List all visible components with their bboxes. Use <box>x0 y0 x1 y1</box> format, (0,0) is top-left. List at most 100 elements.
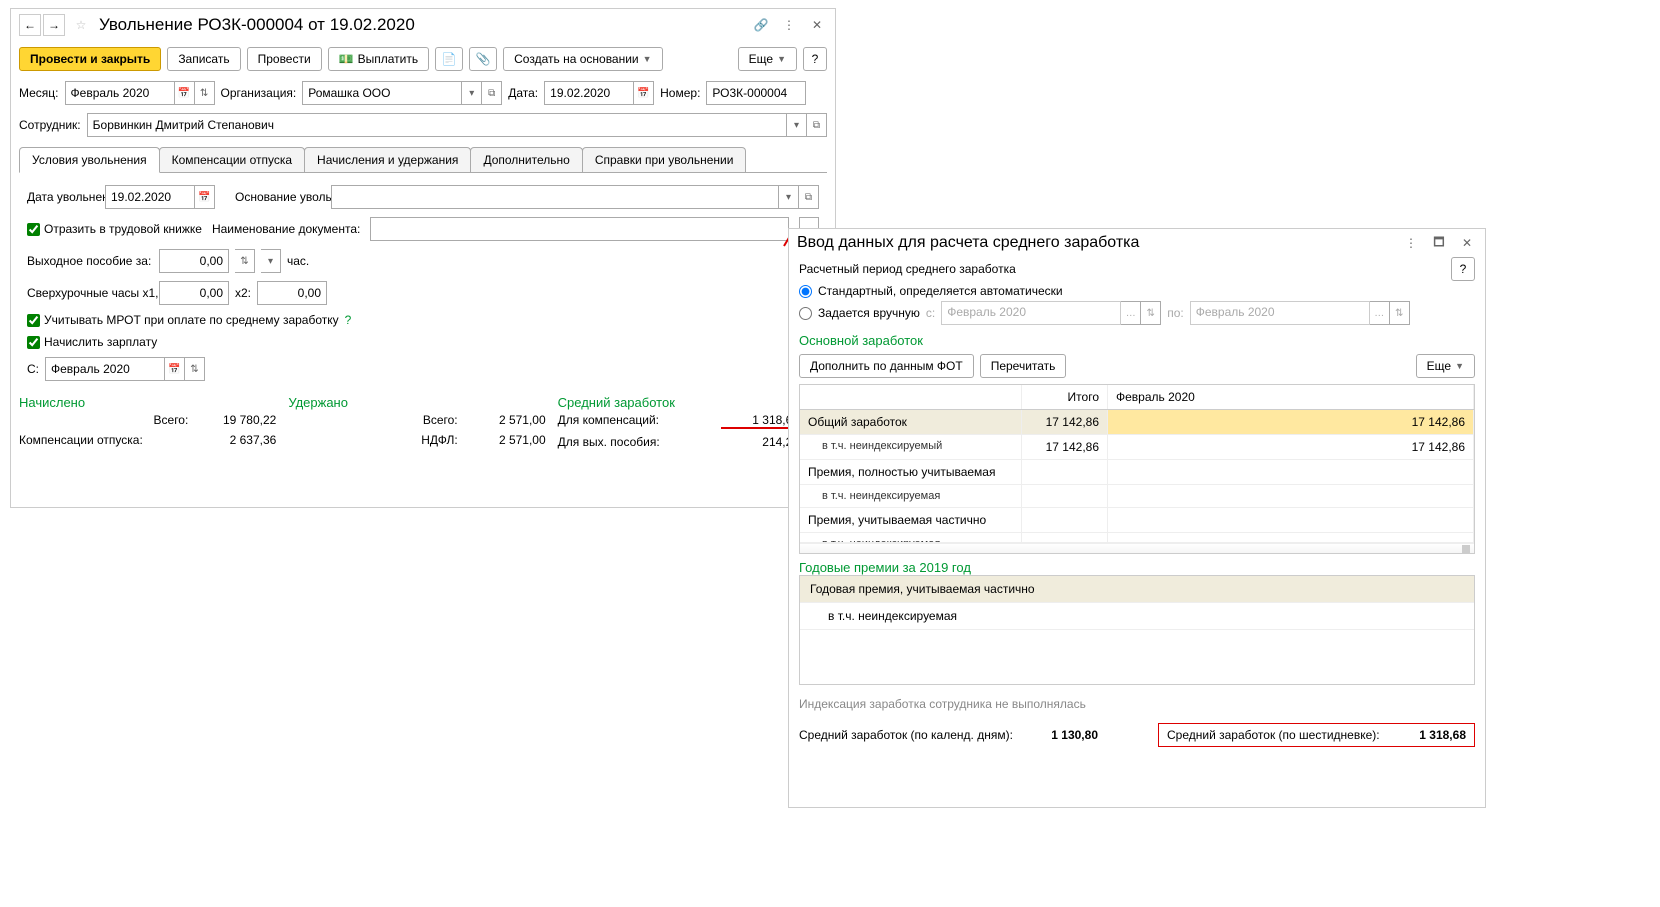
open-icon[interactable]: ⧉ <box>799 185 819 209</box>
spinner-icon[interactable]: ⇅ <box>235 249 255 273</box>
ellipsis-icon[interactable]: … <box>1370 301 1390 325</box>
post-and-close-button[interactable]: Провести и закрыть <box>19 47 161 71</box>
more-button[interactable]: Еще▼ <box>1416 354 1475 378</box>
calendar-icon[interactable]: 📅 <box>195 185 215 209</box>
kebab-icon[interactable]: ⋮ <box>1401 233 1421 253</box>
tab-certificates[interactable]: Справки при увольнении <box>582 147 747 172</box>
row-label: в т.ч. неиндексируемая <box>800 485 1022 507</box>
nav-back-button[interactable]: ← <box>19 14 41 36</box>
open-icon[interactable]: ⧉ <box>482 81 502 105</box>
salary-checkbox[interactable]: Начислить зарплату <box>27 335 157 349</box>
maximize-icon[interactable]: 🗖 <box>1429 233 1449 253</box>
more-button[interactable]: Еще▼ <box>738 47 797 71</box>
attach-button[interactable]: 📎 <box>469 47 497 71</box>
severance-unit: час. <box>287 254 309 268</box>
fill-fot-button[interactable]: Дополнить по данным ФОТ <box>799 354 974 378</box>
mrot-checkbox[interactable]: Учитывать МРОТ при оплате по среднему за… <box>27 313 339 327</box>
action-toolbar: Провести и закрыть Записать Провести 💵Вы… <box>11 41 835 77</box>
table-row[interactable]: Общий заработок17 142,8617 142,86 <box>800 410 1474 435</box>
close-icon[interactable]: ✕ <box>807 15 827 35</box>
spinner-icon[interactable]: ⇅ <box>195 81 215 105</box>
dropdown-icon[interactable]: ▾ <box>261 249 281 273</box>
avg-header: Средний заработок <box>558 395 827 410</box>
docname-input[interactable] <box>370 217 789 241</box>
tab-additional[interactable]: Дополнительно <box>470 147 582 172</box>
mrot-help-link[interactable]: ? <box>345 313 352 327</box>
comp-value: 2 637,36 <box>198 433 288 447</box>
date-input[interactable]: 19.02.2020 <box>544 81 634 105</box>
ndfl-label: НДФЛ: <box>288 433 467 447</box>
accrued-total-value: 19 780,22 <box>198 413 288 427</box>
period-from-input[interactable]: Февраль 2020 <box>941 301 1121 325</box>
recalc-button[interactable]: Перечитать <box>980 354 1067 378</box>
table-row[interactable]: в т.ч. неиндексируемая <box>800 485 1474 508</box>
table-row[interactable]: Премия, полностью учитываемая <box>800 460 1474 485</box>
tab-compensation[interactable]: Компенсации отпуска <box>159 147 305 172</box>
nav-fwd-button[interactable]: → <box>43 14 65 36</box>
bonus-row[interactable]: в т.ч. неиндексируемая <box>800 603 1474 630</box>
avg-sixday-value: 1 318,68 <box>1386 728 1466 742</box>
org-input[interactable]: Ромашка ООО <box>302 81 462 105</box>
reason-input[interactable] <box>331 185 779 209</box>
record-button[interactable]: Записать <box>167 47 240 71</box>
help-button[interactable]: ? <box>803 47 827 71</box>
row-label: в т.ч. неиндексируемый <box>800 435 1022 459</box>
row-month: 17 142,86 <box>1108 410 1474 434</box>
table-row[interactable]: в т.ч. неиндексируемый17 142,8617 142,86 <box>800 435 1474 460</box>
period-to-input[interactable]: Февраль 2020 <box>1190 301 1370 325</box>
row-month <box>1108 508 1474 532</box>
row-total <box>1022 460 1108 484</box>
row-label: Общий заработок <box>800 410 1022 434</box>
severance-input[interactable] <box>159 249 229 273</box>
month-input[interactable]: Февраль 2020 <box>65 81 175 105</box>
dropdown-icon[interactable]: ▾ <box>779 185 799 209</box>
row-month <box>1108 533 1474 543</box>
tab-bar: Условия увольнения Компенсации отпуска Н… <box>19 147 827 173</box>
dropdown-icon[interactable]: ▾ <box>462 81 482 105</box>
open-icon[interactable]: ⧉ <box>807 113 827 137</box>
tab-accruals[interactable]: Начисления и удержания <box>304 147 471 172</box>
reason-label: Основание увольнения: <box>235 190 325 204</box>
spinner-icon[interactable]: ⇅ <box>185 357 205 381</box>
calendar-icon[interactable]: 📅 <box>175 81 195 105</box>
date-label: Дата: <box>508 86 538 100</box>
overtime-2-input[interactable] <box>257 281 327 305</box>
period-manual-radio[interactable]: Задается вручную <box>799 306 920 320</box>
bonus-header: Годовые премии за 2019 год <box>799 560 1475 575</box>
calendar-icon[interactable]: 📅 <box>634 81 654 105</box>
row-label: в т.ч. неиндексируемая <box>800 533 1022 543</box>
table-row[interactable]: в т.ч. неиндексируемая <box>800 533 1474 543</box>
window-title: Ввод данных для расчета среднего заработ… <box>797 234 1139 252</box>
bonus-table: Годовая премия, учитываемая частично в т… <box>799 575 1475 685</box>
post-button[interactable]: Провести <box>247 47 322 71</box>
from-month-input[interactable]: Февраль 2020 <box>45 357 165 381</box>
month-label: Месяц: <box>19 86 59 100</box>
pay-button[interactable]: 💵Выплатить <box>328 47 429 71</box>
kebab-icon[interactable]: ⋮ <box>779 15 799 35</box>
favorite-star-icon[interactable]: ☆ <box>71 15 91 35</box>
dropdown-icon[interactable]: ▾ <box>787 113 807 137</box>
row-month: 17 142,86 <box>1108 435 1474 459</box>
comp-label: Компенсации отпуска: <box>19 433 198 447</box>
row-total <box>1022 485 1108 507</box>
create-based-button[interactable]: Создать на основании▼ <box>503 47 662 71</box>
print-button[interactable]: 📄 <box>435 47 463 71</box>
help-button[interactable]: ? <box>1451 257 1475 281</box>
overtime-1-5-input[interactable] <box>159 281 229 305</box>
ellipsis-icon[interactable]: … <box>1121 301 1141 325</box>
number-input[interactable]: РО3К-000004 <box>706 81 806 105</box>
bonus-row[interactable]: Годовая премия, учитываемая частично <box>800 576 1474 603</box>
reflect-checkbox[interactable]: Отразить в трудовой книжке <box>27 222 202 236</box>
spinner-icon[interactable]: ⇅ <box>1390 301 1410 325</box>
employee-input[interactable]: Борвинкин Дмитрий Степанович <box>87 113 787 137</box>
link-icon[interactable]: 🔗 <box>751 15 771 35</box>
close-icon[interactable]: ✕ <box>1457 233 1477 253</box>
spinner-icon[interactable]: ⇅ <box>1141 301 1161 325</box>
table-row[interactable]: Премия, учитываемая частично <box>800 508 1474 533</box>
period-std-radio[interactable]: Стандартный, определяется автоматически <box>799 284 1475 298</box>
scrollbar[interactable] <box>800 543 1474 553</box>
fire-date-input[interactable]: 19.02.2020 <box>105 185 195 209</box>
tab-conditions[interactable]: Условия увольнения <box>19 147 160 173</box>
calendar-icon[interactable]: 📅 <box>165 357 185 381</box>
avg-earnings-window: Ввод данных для расчета среднего заработ… <box>788 228 1486 808</box>
